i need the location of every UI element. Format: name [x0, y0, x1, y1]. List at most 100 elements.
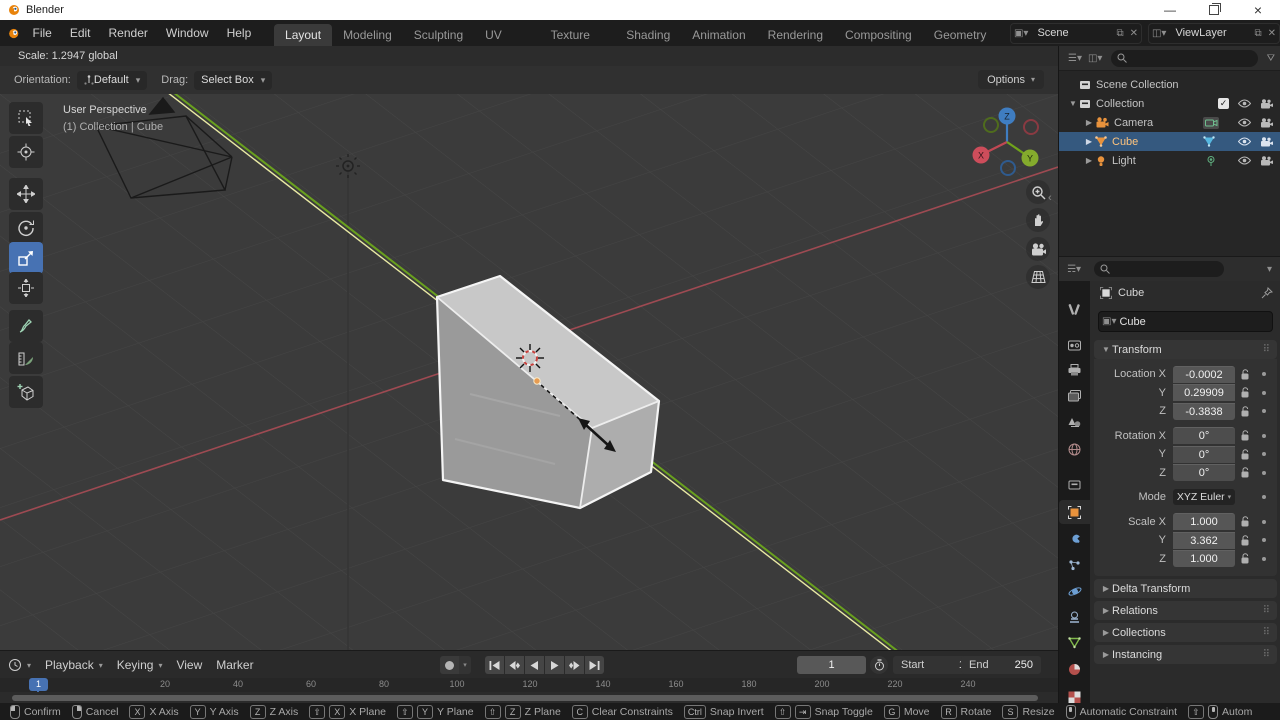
camera-visibility-icon[interactable] [1260, 156, 1273, 166]
animate-dot[interactable] [1257, 557, 1270, 561]
use-preview-range-button[interactable] [870, 656, 888, 674]
tool-move[interactable] [9, 178, 43, 210]
rotation-z-field[interactable]: 0° [1173, 464, 1235, 481]
drag-handle-icon[interactable]: ⠿ [1263, 627, 1271, 638]
tab-layout[interactable]: Layout [274, 24, 332, 46]
outliner-row-scene-collection[interactable]: Scene Collection [1059, 75, 1280, 94]
pan-hand-button[interactable] [1026, 208, 1050, 232]
filter-icon[interactable]: ⛛ [1264, 53, 1280, 64]
tab-render[interactable] [1059, 333, 1090, 357]
viewlayer-selector[interactable]: ◫▾ ViewLayer ⧉ ✕ [1148, 23, 1280, 44]
zoom-button[interactable] [1026, 180, 1050, 204]
transform-panel-header[interactable]: ▼ Transform ⠿ [1094, 340, 1277, 359]
play-reverse-button[interactable] [525, 656, 544, 674]
scale-z-field[interactable]: 1.000 [1173, 550, 1235, 567]
lock-icon[interactable] [1235, 516, 1257, 527]
instancing-panel-header[interactable]: ▶ Instancing ⠿ [1094, 645, 1277, 664]
tab-sculpting[interactable]: Sculpting [403, 24, 474, 46]
auto-keying-record-button[interactable] [440, 656, 459, 674]
gizmo-neg-x[interactable] [1024, 120, 1038, 134]
animate-dot[interactable] [1257, 495, 1270, 499]
camera-visibility-icon[interactable] [1260, 118, 1273, 128]
display-mode-icon[interactable]: ◫▾ [1085, 53, 1105, 64]
viewport-3d[interactable]: User Perspective (1) Collection | Cube [0, 94, 1058, 650]
camera-view-button[interactable] [1026, 237, 1050, 261]
auto-keying-dropdown[interactable]: ▾ [459, 656, 471, 674]
lock-icon[interactable] [1235, 387, 1257, 398]
breadcrumb-object-name[interactable]: Cube [1118, 287, 1144, 299]
tab-geometry-nodes[interactable]: Geometry Noc [923, 24, 1004, 46]
menu-view[interactable]: View [176, 658, 202, 672]
scale-y-field[interactable]: 3.362 [1173, 532, 1235, 549]
navigation-gizmo[interactable]: Z X Y [963, 102, 1053, 187]
animate-dot[interactable] [1257, 409, 1270, 413]
tab-animation[interactable]: Animation [681, 24, 756, 46]
tool-annotate[interactable] [9, 310, 43, 342]
disclosure-open-icon[interactable]: ▼ [1067, 99, 1079, 108]
tab-modeling[interactable]: Modeling [332, 24, 403, 46]
close-button[interactable]: × [1236, 0, 1280, 20]
lock-icon[interactable] [1235, 449, 1257, 460]
animate-dot[interactable] [1257, 471, 1270, 475]
current-frame-field[interactable]: 1 [797, 656, 866, 674]
tab-rendering[interactable]: Rendering [757, 24, 834, 46]
tool-add-cube[interactable] [9, 376, 43, 408]
location-y-field[interactable]: 0.29909 [1173, 384, 1235, 401]
lock-icon[interactable] [1235, 406, 1257, 417]
drag-handle-icon[interactable]: ⠿ [1263, 605, 1271, 616]
properties-search-input[interactable] [1094, 261, 1224, 277]
lock-icon[interactable] [1235, 369, 1257, 380]
outliner-row-collection[interactable]: ▼ Collection ✓ [1059, 94, 1280, 113]
location-z-field[interactable]: -0.3838 [1173, 403, 1235, 420]
tab-object-data[interactable] [1059, 631, 1090, 655]
prev-keyframe-button[interactable] [505, 656, 524, 674]
tool-cursor[interactable] [9, 136, 43, 168]
menu-help[interactable]: Help [218, 20, 261, 46]
exclude-checkbox[interactable]: ✓ [1218, 98, 1229, 109]
orientation-dropdown[interactable]: Default ▾ [77, 71, 147, 90]
collections-panel-header[interactable]: ▶ Collections ⠿ [1094, 623, 1277, 642]
orthographic-toggle-button[interactable] [1026, 265, 1050, 289]
editor-type-icon[interactable]: ☴▾ [1064, 264, 1084, 275]
outliner-row-cube[interactable]: ▶ Cube [1059, 132, 1280, 151]
drag-handle-icon[interactable]: ⠿ [1263, 649, 1271, 660]
restore-button[interactable] [1192, 0, 1236, 20]
tab-output[interactable] [1059, 358, 1090, 382]
eye-icon[interactable] [1238, 156, 1251, 165]
outliner-search-input[interactable] [1111, 50, 1257, 67]
animate-dot[interactable] [1257, 452, 1270, 456]
object-name-value[interactable]: Cube [1119, 316, 1145, 328]
camera-visibility-icon[interactable] [1260, 99, 1273, 109]
delta-transform-panel-header[interactable]: ▶ Delta Transform [1094, 579, 1277, 598]
rotation-y-field[interactable]: 0° [1173, 446, 1235, 463]
menu-render[interactable]: Render [100, 20, 157, 46]
rotation-x-field[interactable]: 0° [1173, 427, 1235, 444]
lock-icon[interactable] [1235, 535, 1257, 546]
timeline-ruler[interactable]: 20 40 60 80 100 120 140 160 180 200 220 … [0, 678, 1058, 692]
tab-compositing[interactable]: Compositing [834, 24, 923, 46]
tool-measure[interactable] [9, 342, 43, 374]
tab-constraints[interactable] [1059, 605, 1090, 629]
copy-icon[interactable]: ⧉ [1251, 28, 1264, 39]
scale-x-field[interactable]: 1.000 [1173, 513, 1235, 530]
row-label[interactable]: Light [1112, 155, 1136, 167]
jump-to-start-button[interactable] [485, 656, 504, 674]
row-label[interactable]: Cube [1112, 136, 1138, 148]
animate-dot[interactable] [1257, 391, 1270, 395]
row-label[interactable]: Collection [1096, 98, 1144, 110]
options-dropdown[interactable]: Options ▾ [978, 70, 1044, 89]
lock-icon[interactable] [1235, 430, 1257, 441]
menu-keying[interactable]: Keying▾ [117, 658, 163, 672]
menu-marker[interactable]: Marker [216, 658, 253, 672]
animate-dot[interactable] [1257, 538, 1270, 542]
tab-world[interactable] [1059, 437, 1090, 461]
outliner-row-camera[interactable]: ▶ Camera [1059, 113, 1280, 132]
tab-shading[interactable]: Shading [615, 24, 681, 46]
gizmo-neg-z[interactable] [1001, 161, 1015, 175]
frame-end-field[interactable]: End 250 [961, 656, 1041, 674]
scene-name[interactable]: Scene [1031, 27, 1113, 39]
tab-uv-editing[interactable]: UV Editing [474, 24, 539, 46]
scene-selector[interactable]: ▣▾ Scene ⧉ ✕ [1010, 23, 1142, 44]
disclosure-closed-icon[interactable]: ▶ [1083, 118, 1095, 127]
tab-physics[interactable] [1059, 579, 1090, 603]
